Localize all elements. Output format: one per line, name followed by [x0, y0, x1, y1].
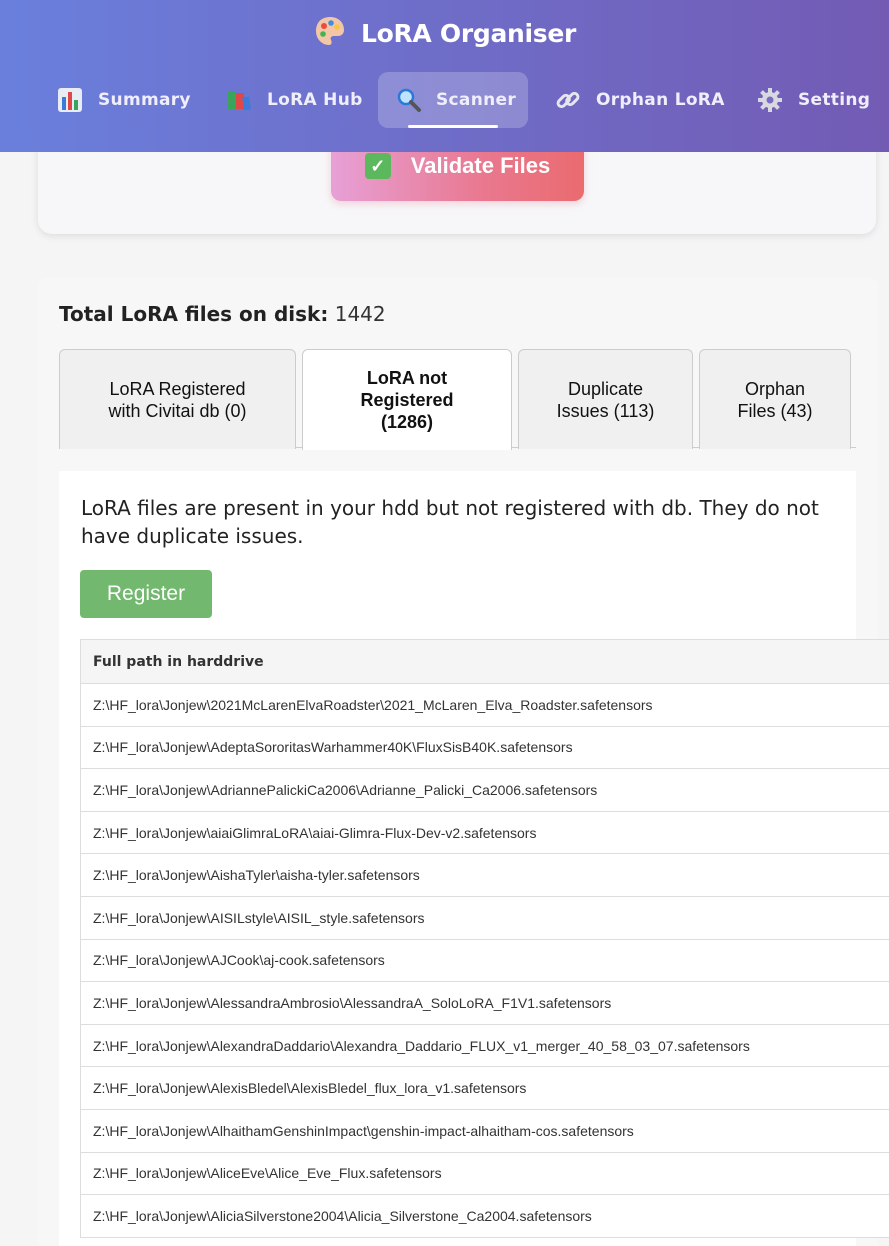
- table-row[interactable]: Z:\HF_lora\Jonjew\AishaTyler\aisha-tyler…: [80, 853, 889, 897]
- tab-registered[interactable]: LoRA Registered with Civitai db (0): [59, 349, 296, 449]
- total-files-label: Total LoRA files on disk:: [59, 302, 329, 326]
- file-path-cell: Z:\HF_lora\Jonjew\AliceEve\Alice_Eve_Flu…: [80, 1151, 889, 1196]
- table-row[interactable]: Z:\HF_lora\Jonjew\AlexandraDaddario\Alex…: [80, 1023, 889, 1068]
- tab-duplicate-issues[interactable]: Duplicate Issues (113): [518, 349, 693, 449]
- total-files-summary: Total LoRA files on disk: 1442: [59, 302, 386, 326]
- nav-orphan-lora-label: Orphan LoRA: [596, 90, 725, 110]
- app-title: LoRA Organiser: [0, 14, 889, 48]
- nav-orphan-lora[interactable]: Orphan LoRA: [554, 72, 725, 128]
- nav-setting-label: Setting: [798, 90, 871, 110]
- link-icon: [554, 86, 582, 114]
- table-row[interactable]: Z:\HF_lora\Jonjew\AliciaSilverstone2004\…: [80, 1194, 889, 1238]
- panel-description: LoRA files are present in your hdd but n…: [81, 496, 819, 548]
- tab-not-registered-label: LoRA not Registered (1286): [360, 368, 454, 432]
- nav-scanner-label: Scanner: [436, 90, 517, 110]
- file-path-cell: Z:\HF_lora\Jonjew\AishaTyler\aisha-tyler…: [80, 853, 889, 897]
- file-path-cell: Z:\HF_lora\Jonjew\AlexandraDaddario\Alex…: [80, 1023, 889, 1068]
- file-path-cell: Z:\HF_lora\Jonjew\AlexisBledel\AlexisBle…: [80, 1066, 889, 1110]
- file-path-cell: Z:\HF_lora\Jonjew\2021McLarenElvaRoadste…: [80, 683, 889, 727]
- nav-lora-hub[interactable]: LoRA Hub: [225, 72, 363, 128]
- gear-icon: [756, 86, 784, 114]
- main-nav: Summary LoRA Hub Scanner Orphan LoRA Set…: [0, 72, 889, 130]
- file-path-cell: Z:\HF_lora\Jonjew\aiaiGlimraLoRA\aiai-Gl…: [80, 810, 889, 855]
- tab-duplicate-issues-label: Duplicate Issues (113): [556, 378, 655, 421]
- register-button[interactable]: Register: [80, 570, 212, 618]
- file-path-cell: Z:\HF_lora\Jonjew\AJCook\aj-cook.safeten…: [80, 938, 889, 983]
- app-header: LoRA Organiser Summary LoRA Hub Scanner …: [0, 0, 889, 152]
- palette-icon: [315, 17, 344, 45]
- table-row[interactable]: Z:\HF_lora\Jonjew\AdriannePalickiCa2006\…: [80, 768, 889, 812]
- table-row[interactable]: Z:\HF_lora\Jonjew\aiaiGlimraLoRA\aiai-Gl…: [80, 810, 889, 855]
- total-files-value: 1442: [334, 302, 386, 326]
- check-box-icon: ✓: [364, 153, 391, 179]
- file-path-cell: Z:\HF_lora\Jonjew\AdriannePalickiCa2006\…: [80, 768, 889, 812]
- nav-scanner[interactable]: Scanner: [378, 72, 528, 128]
- tab-orphan-files-label: Orphan Files (43): [737, 378, 813, 421]
- magnifier-icon: [396, 86, 422, 114]
- nav-summary-label: Summary: [98, 90, 191, 110]
- tab-orphan-files[interactable]: Orphan Files (43): [699, 349, 851, 449]
- tab-registered-label: LoRA Registered with Civitai db (0): [108, 378, 247, 421]
- table-row[interactable]: Z:\HF_lora\Jonjew\AlhaithamGenshinImpact…: [80, 1108, 889, 1153]
- file-path-cell: Z:\HF_lora\Jonjew\AdeptaSororitasWarhamm…: [80, 725, 889, 770]
- nav-summary[interactable]: Summary: [56, 72, 191, 128]
- nav-setting[interactable]: Setting: [756, 72, 870, 128]
- unregistered-files-table: Full path in harddrive Z:\HF_lora\Jonjew…: [80, 639, 889, 1238]
- nav-lora-hub-label: LoRA Hub: [267, 90, 363, 110]
- table-row[interactable]: Z:\HF_lora\Jonjew\AlexisBledel\AlexisBle…: [80, 1066, 889, 1110]
- table-row[interactable]: Z:\HF_lora\Jonjew\2021McLarenElvaRoadste…: [80, 683, 889, 727]
- table-row[interactable]: Z:\HF_lora\Jonjew\AJCook\aj-cook.safeten…: [80, 938, 889, 983]
- table-row[interactable]: Z:\HF_lora\Jonjew\AdeptaSororitasWarhamm…: [80, 725, 889, 770]
- column-header-full-path[interactable]: Full path in harddrive: [80, 639, 889, 684]
- app-title-text: LoRA Organiser: [360, 19, 577, 48]
- file-path-cell: Z:\HF_lora\Jonjew\AliciaSilverstone2004\…: [80, 1194, 889, 1238]
- table-row[interactable]: Z:\HF_lora\Jonjew\AliceEve\Alice_Eve_Flu…: [80, 1151, 889, 1196]
- table-row[interactable]: Z:\HF_lora\Jonjew\AISILstyle\AISIL_style…: [80, 895, 889, 940]
- table-row[interactable]: Z:\HF_lora\Jonjew\AlessandraAmbrosio\Ale…: [80, 981, 889, 1025]
- file-path-cell: Z:\HF_lora\Jonjew\AlessandraAmbrosio\Ale…: [80, 981, 889, 1025]
- file-path-cell: Z:\HF_lora\Jonjew\AISILstyle\AISIL_style…: [80, 895, 889, 940]
- bar-chart-icon: [56, 86, 84, 114]
- file-path-cell: Z:\HF_lora\Jonjew\AlhaithamGenshinImpact…: [80, 1108, 889, 1153]
- tab-not-registered[interactable]: LoRA not Registered (1286): [302, 349, 512, 450]
- books-icon: [225, 86, 253, 114]
- validate-files-label: Validate Files: [410, 153, 551, 178]
